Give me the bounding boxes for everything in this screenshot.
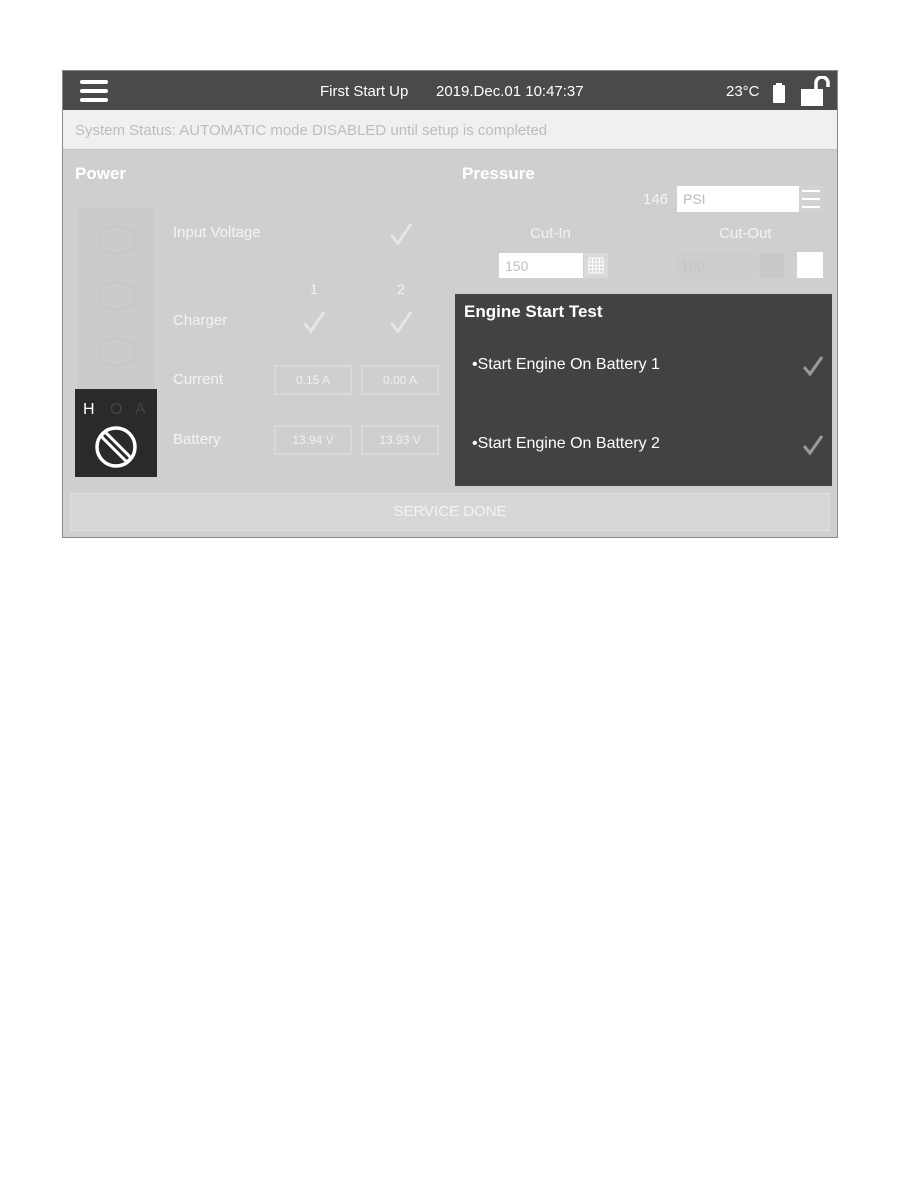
keypad-icon[interactable]: [584, 253, 608, 278]
pressure-reading: 146: [643, 191, 669, 208]
cut-in-field[interactable]: [499, 253, 583, 278]
battery-label: Battery: [173, 431, 221, 448]
battery-1-value[interactable]: 13.94 V: [274, 425, 352, 455]
column-header-1: 1: [310, 281, 318, 297]
service-done-button[interactable]: SERVICE DONE: [70, 493, 830, 531]
cut-out-keypad-icon[interactable]: [760, 253, 784, 278]
screen-title: First Start Up: [320, 83, 409, 100]
date-time: 2019.Dec.01 10:47:37: [436, 83, 584, 100]
system-status-text: System Status: AUTOMATIC mode DISABLED u…: [75, 122, 548, 139]
column-header-2: 2: [397, 281, 405, 297]
charger-1-check-icon: [302, 311, 326, 334]
charger-2-check-icon: [389, 311, 413, 334]
hoa-hand[interactable]: H: [83, 401, 95, 419]
pressure-unit-field[interactable]: [677, 186, 799, 212]
unit-menu-icon[interactable]: [799, 186, 823, 212]
charger-label: Charger: [173, 312, 228, 329]
input-voltage-check-icon: [389, 223, 413, 246]
power-icon: [97, 225, 137, 255]
battery-source-icon: [97, 337, 137, 367]
current-1-value[interactable]: 0.15 A: [274, 365, 352, 395]
input-voltage-label: Input Voltage: [173, 224, 261, 241]
power-section-title: Power: [75, 164, 127, 183]
power-source-icons: [76, 206, 156, 390]
cut-out-label: Cut-Out: [719, 225, 772, 242]
charger-icon: [97, 281, 137, 311]
pressure-section-title: Pressure: [462, 164, 535, 183]
unlocked-padlock-icon[interactable]: [801, 76, 831, 106]
controller-screen: First Start Up 2019.Dec.01 10:47:37 23°C…: [62, 70, 838, 538]
engine-start-test-panel: Engine Start Test •Start Engine On Batte…: [455, 294, 832, 486]
battery-2-test-check-icon: [802, 435, 824, 456]
hamburger-menu-icon[interactable]: [80, 79, 110, 103]
cut-out-field[interactable]: [675, 253, 759, 278]
system-status-bar: System Status: AUTOMATIC mode DISABLED u…: [63, 110, 837, 150]
hoa-off[interactable]: O: [110, 401, 122, 419]
hoa-auto[interactable]: A: [135, 401, 146, 419]
cut-in-label: Cut-In: [530, 225, 571, 242]
temperature: 23°C: [726, 83, 760, 100]
current-2-value[interactable]: 0.00 A: [361, 365, 439, 395]
selector-dial-icon: [95, 426, 137, 468]
start-engine-battery-2[interactable]: •Start Engine On Battery 2: [472, 435, 660, 453]
battery-2-value[interactable]: 13.93 V: [361, 425, 439, 455]
engine-start-test-title: Engine Start Test: [464, 302, 603, 321]
battery-1-test-check-icon: [802, 356, 824, 377]
hoa-selector[interactable]: H O A: [75, 389, 157, 477]
current-label: Current: [173, 371, 224, 388]
cut-out-checkbox[interactable]: [797, 252, 823, 278]
battery-icon: [773, 83, 785, 103]
start-engine-battery-1[interactable]: •Start Engine On Battery 1: [472, 356, 660, 374]
top-bar: First Start Up 2019.Dec.01 10:47:37 23°C: [63, 71, 837, 110]
